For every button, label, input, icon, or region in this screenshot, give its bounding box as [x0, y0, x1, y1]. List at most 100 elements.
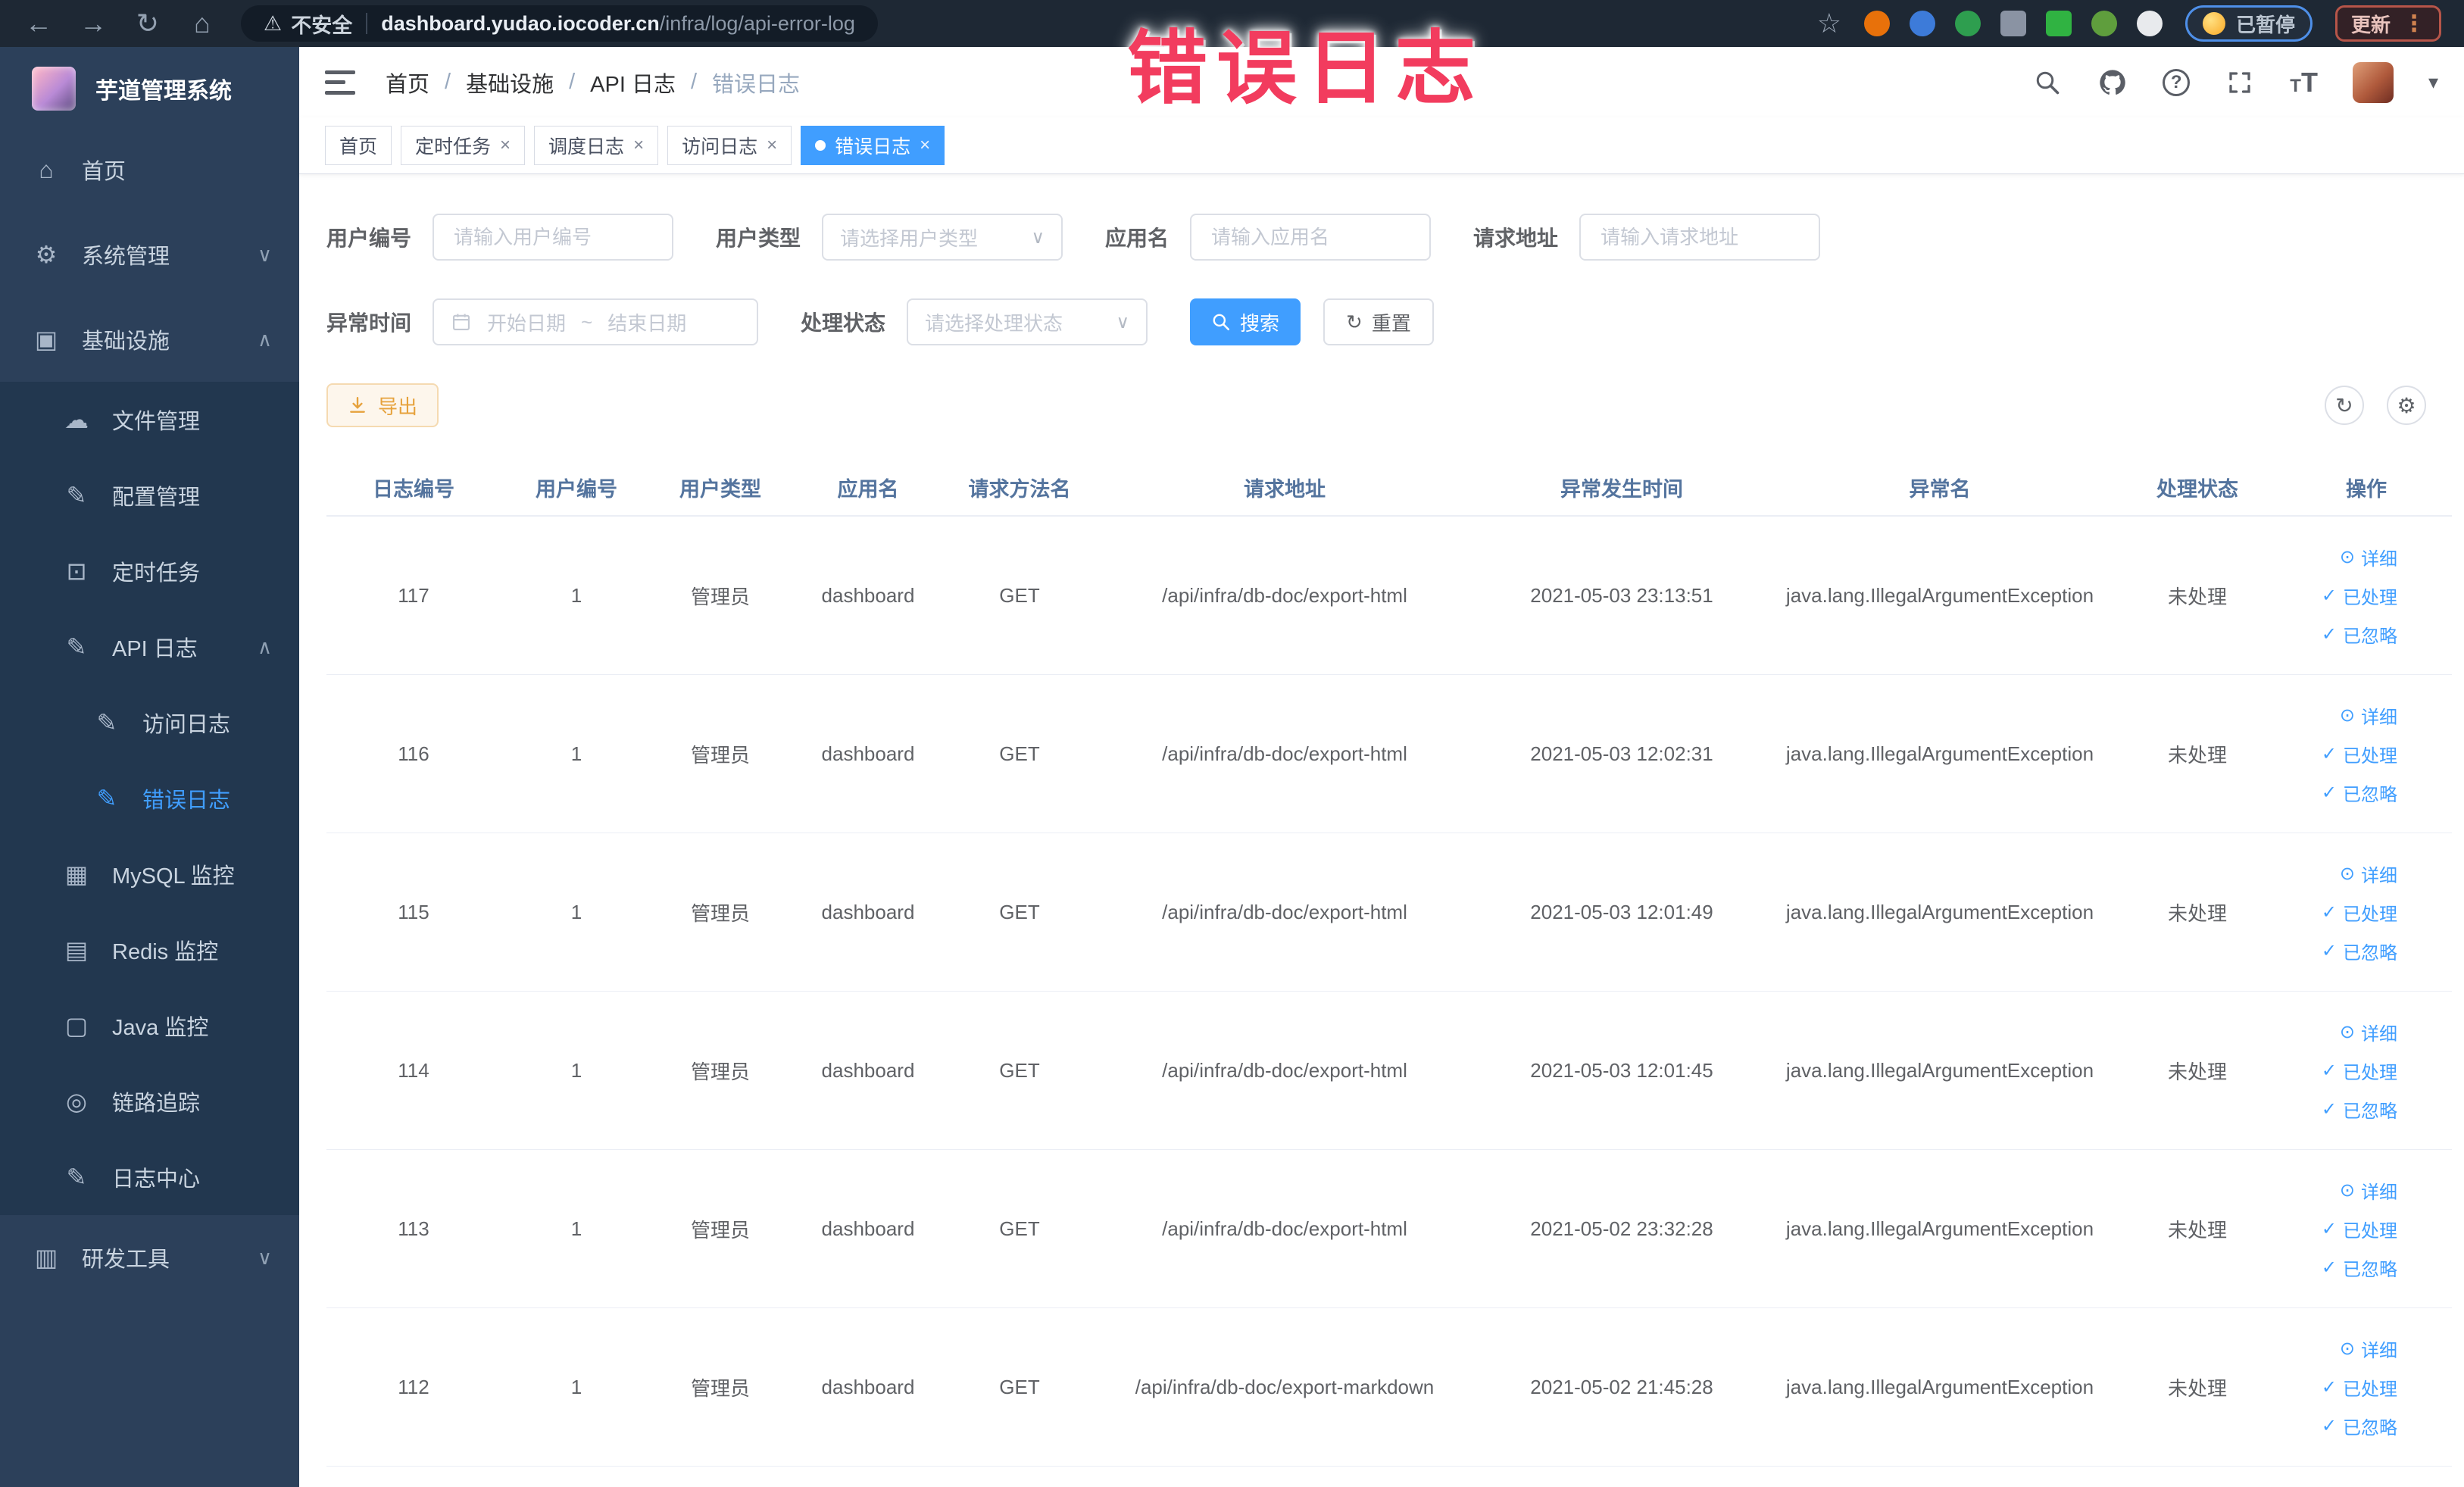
breadcrumb-item[interactable]: API 日志 — [590, 67, 676, 98]
close-icon[interactable]: × — [767, 135, 777, 156]
browser-menu-icon[interactable]: ⋮ — [2403, 11, 2425, 37]
cell-actions: ⊙ 详细 ✓ 已处理 ✓ 已忽略 — [2281, 702, 2452, 806]
address-bar[interactable]: ⚠ 不安全 dashboard.yudao.iocoder.cn/infra/l… — [241, 5, 878, 42]
extension-icon-grid[interactable] — [2000, 11, 2026, 36]
cell-user_id: 1 — [570, 900, 582, 923]
action-已忽略[interactable]: ✓ 已忽略 — [2322, 621, 2397, 648]
action-详细[interactable]: ⊙ 详细 — [2340, 1019, 2397, 1045]
request-url-input[interactable] — [1579, 214, 1821, 261]
sidebar-item-日志中心[interactable]: ✎ 日志中心 — [0, 1139, 299, 1215]
cell-user_id: 1 — [570, 583, 582, 607]
sidebar-item-配置管理[interactable]: ✎ 配置管理 — [0, 458, 299, 533]
action-label: 已处理 — [2343, 1379, 2397, 1400]
process-status-select[interactable]: 请选择处理状态 ∨ — [907, 298, 1148, 345]
user-type-select[interactable]: 请选择用户类型 ∨ — [822, 214, 1063, 261]
user-avatar[interactable] — [2352, 61, 2394, 103]
action-已处理[interactable]: ✓ 已处理 — [2322, 1374, 2397, 1401]
cell-app: dashboard — [821, 742, 915, 765]
redis-monitor-icon: ▤ — [64, 936, 89, 964]
paused-badge[interactable]: 已暂停 — [2184, 5, 2313, 42]
column-settings-button[interactable]: ⚙ — [2387, 386, 2426, 425]
sidebar-item-Redis-监控[interactable]: ▤ Redis 监控 — [0, 912, 299, 988]
access-log-icon: ✎ — [96, 709, 117, 736]
cell-actions: ⊙ 详细 ✓ 已处理 ✓ 已忽略 — [2281, 861, 2452, 964]
action-详细[interactable]: ⊙ 详细 — [2340, 1335, 2397, 1362]
action-label: 已忽略 — [2343, 942, 2397, 964]
not-secure-warning[interactable]: ⚠ 不安全 — [264, 9, 352, 39]
action-label: 详细 — [2361, 1340, 2397, 1361]
sidebar-item-访问日志[interactable]: ✎ 访问日志 — [0, 685, 299, 761]
cell-status: 未处理 — [2167, 585, 2227, 608]
extension-icon-orange[interactable] — [1863, 11, 1890, 36]
action-已处理[interactable]: ✓ 已处理 — [2322, 741, 2397, 767]
dev-tools-icon: ▥ — [34, 1244, 58, 1271]
action-已忽略[interactable]: ✓ 已忽略 — [2322, 1413, 2397, 1439]
action-详细[interactable]: ⊙ 详细 — [2340, 544, 2397, 570]
sidebar-item-首页[interactable]: ⌂ 首页 — [0, 127, 299, 212]
tab-调度日志[interactable]: 调度日志 × — [534, 126, 659, 165]
app-logo-row[interactable]: 芋道管理系统 — [0, 47, 299, 127]
home-icon[interactable]: ⌂ — [186, 8, 218, 39]
export-button[interactable]: 导出 — [326, 383, 439, 427]
search-icon[interactable] — [2032, 67, 2063, 98]
extension-icon-blue[interactable] — [1909, 11, 1935, 36]
action-详细[interactable]: ⊙ 详细 — [2340, 1177, 2397, 1204]
sidebar-item-错误日志[interactable]: ✎ 错误日志 — [0, 761, 299, 836]
sidebar-item-定时任务[interactable]: ⊡ 定时任务 — [0, 533, 299, 609]
extension-icon-leaf[interactable] — [2091, 11, 2117, 36]
action-详细[interactable]: ⊙ 详细 — [2340, 861, 2397, 887]
reload-icon[interactable]: ↻ — [132, 8, 164, 39]
sidebar-item-研发工具[interactable]: ▥ 研发工具 ∨ — [0, 1215, 299, 1300]
sidebar-item-链路追踪[interactable]: ◎ 链路追踪 — [0, 1064, 299, 1139]
github-icon[interactable] — [2097, 67, 2128, 98]
action-label: 已忽略 — [2343, 1259, 2397, 1280]
avatar-caret-icon[interactable]: ▾ — [2428, 70, 2438, 94]
action-已处理[interactable]: ✓ 已处理 — [2322, 583, 2397, 609]
extension-icon-green-check[interactable] — [1954, 11, 1981, 36]
search-button[interactable]: 搜索 — [1190, 298, 1301, 345]
action-已处理[interactable]: ✓ 已处理 — [2322, 1057, 2397, 1084]
action-已忽略[interactable]: ✓ 已忽略 — [2322, 1254, 2397, 1281]
tab-定时任务[interactable]: 定时任务 × — [401, 126, 526, 165]
action-详细[interactable]: ⊙ 详细 — [2340, 702, 2397, 729]
date-range-picker[interactable]: 开始日期 ~ 结束日期 — [433, 298, 759, 345]
bookmark-star-icon[interactable]: ☆ — [1817, 8, 1841, 39]
extension-icon-star[interactable] — [2136, 11, 2163, 36]
sidebar-item-Java-监控[interactable]: ▢ Java 监控 — [0, 988, 299, 1064]
action-已忽略[interactable]: ✓ 已忽略 — [2322, 1096, 2397, 1123]
table-row: 117 1 管理员 dashboard GET/api/infra/db-doc/exp… — [326, 517, 2452, 675]
action-已忽略[interactable]: ✓ 已忽略 — [2322, 779, 2397, 806]
sidebar-item-基础设施[interactable]: ▣ 基础设施 ∧ — [0, 297, 299, 382]
close-icon[interactable]: × — [920, 135, 930, 156]
help-icon[interactable]: ? — [2163, 68, 2191, 96]
fullscreen-icon[interactable] — [2225, 67, 2255, 98]
user-id-input[interactable] — [433, 214, 674, 261]
action-已处理[interactable]: ✓ 已处理 — [2322, 1216, 2397, 1242]
breadcrumb-item[interactable]: 首页 — [386, 67, 429, 98]
font-size-icon[interactable]: TT — [2290, 67, 2318, 98]
sidebar-item-MySQL-监控[interactable]: ▦ MySQL 监控 — [0, 836, 299, 912]
action-已处理[interactable]: ✓ 已处理 — [2322, 899, 2397, 926]
app-name-input[interactable] — [1190, 214, 1432, 261]
close-icon[interactable]: × — [500, 135, 511, 156]
tab-首页[interactable]: 首页 — [325, 126, 392, 165]
update-button[interactable]: 更新 ⋮ — [2334, 5, 2441, 42]
main-area: 首页 / 基础设施 / API 日志 / 错误日志 ? TT ▾ 首页 定时任务 × 调度日志 × 访… — [299, 47, 2464, 1487]
close-icon[interactable]: × — [633, 135, 644, 156]
tab-访问日志[interactable]: 访问日志 × — [667, 126, 792, 165]
check-icon: ✓ — [2321, 782, 2337, 803]
sidebar-item-系统管理[interactable]: ⚙ 系统管理 ∨ — [0, 212, 299, 297]
cell-exception: java.lang.IllegalArgumentException — [1785, 900, 2094, 923]
tab-错误日志[interactable]: 错误日志 × — [801, 126, 945, 165]
breadcrumb-item[interactable]: 基础设施 — [466, 67, 554, 98]
extension-icon-dark-off[interactable] — [2045, 11, 2072, 36]
sidebar-item-文件管理[interactable]: ☁ 文件管理 — [0, 382, 299, 458]
action-已忽略[interactable]: ✓ 已忽略 — [2322, 938, 2397, 964]
sidebar-item-API-日志[interactable]: ✎ API 日志 ∧ — [0, 609, 299, 685]
forward-icon[interactable]: → — [77, 8, 109, 39]
cell-time: 2021-05-03 12:02:31 — [1530, 742, 1713, 765]
back-icon[interactable]: ← — [23, 8, 55, 39]
hamburger-icon[interactable] — [325, 70, 355, 95]
table-refresh-button[interactable]: ↻ — [2325, 386, 2364, 425]
reset-button[interactable]: ↻ 重置 — [1323, 298, 1434, 345]
